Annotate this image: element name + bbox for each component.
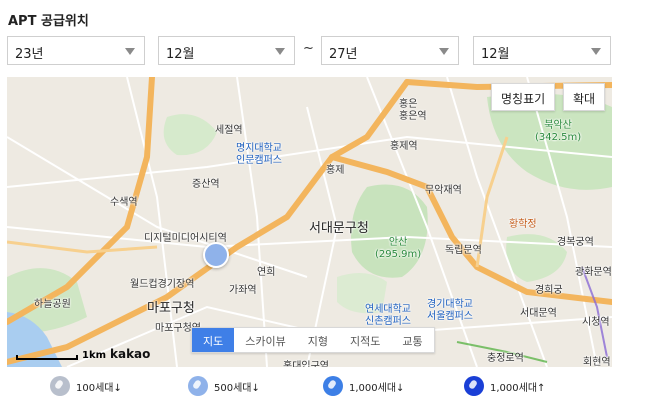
map-type-tab[interactable]: 지형 [297,328,339,352]
page-title: APT 공급위치 [8,14,89,29]
apt-marker-pin-icon[interactable] [203,242,229,268]
end-year-value: 27년 [329,47,358,62]
chevron-down-icon [439,48,449,55]
map-label: 증산역 [192,179,220,190]
pin-icon [188,376,208,396]
legend-label: 1,000세대↑ [490,382,546,394]
map-type-switcher: 지도 스카이뷰 지형 지적도 교통 [191,327,435,353]
map-type-tab[interactable]: 스카이뷰 [234,328,296,352]
scale-bar [16,355,78,360]
end-year-select[interactable]: 27년 [321,36,459,65]
end-month-select[interactable]: 12월 [473,36,611,65]
map-type-tab[interactable]: 지적도 [339,328,391,352]
map-label: 북악산 (342.5m) [535,120,582,143]
map-label: 시청역 [582,317,610,328]
map-label: 경희궁 [535,285,563,296]
map-label: 서대문역 [520,308,557,319]
map-brand-logo: kakao [110,347,151,361]
start-year-select[interactable]: 23년 [7,36,145,65]
chevron-down-icon [275,48,285,55]
map-label: 홍은역 [399,111,427,122]
map-label: 홍제역 [390,141,418,152]
legend-label: 1,000세대↓ [349,382,405,394]
map-label: 안산 (295.9m) [375,237,422,260]
map-label: 광화문역 [575,267,612,278]
map-label: 세절역 [215,125,243,136]
map-view[interactable]: 명칭표기 확대 세절역 증산역 수색역 디지털미디어시티역 월드컵경기장역 하늘… [7,77,612,367]
pin-icon [50,376,70,396]
map-label: 하늘공원 [34,299,71,310]
legend-label: 500세대↓ [214,382,260,394]
chevron-down-icon [125,48,135,55]
legend-item: 1,000세대↓ [323,376,404,396]
map-label: 충정로역 [487,353,524,364]
map-label: 가좌역 [229,285,257,296]
pin-icon [323,376,343,396]
legend-item: 100세대↓ [50,376,122,396]
map-label: 연세대학교 신촌캠퍼스 [365,304,411,327]
map-label: 연희 [257,267,276,278]
legend-item: 500세대↓ [188,376,260,396]
start-month-select[interactable]: 12월 [158,36,295,65]
range-separator: ~ [303,41,314,56]
toggle-names-button[interactable]: 명칭표기 [491,83,556,111]
map-label: 명지대학교 인문캠퍼스 [236,143,282,166]
map-type-tab[interactable]: 교통 [391,328,433,352]
map-label: 홍대입구역 [283,361,329,367]
map-label: 경기대학교 서울캠퍼스 [427,299,473,322]
map-label: 홍제 [326,165,345,176]
start-month-value: 12월 [166,47,195,62]
map-label: 황학정 [509,219,537,230]
map-label: 무악재역 [425,185,462,196]
map-label: 경복궁역 [557,237,594,248]
map-label: 마포구청 [147,301,195,316]
map-label: 수색역 [110,197,138,208]
scale-label: 1km [82,350,107,361]
pin-icon [464,376,484,396]
chevron-down-icon [591,48,601,55]
map-label: 회현역 [583,357,611,367]
expand-map-button[interactable]: 확대 [563,83,606,111]
map-label: 독립문역 [445,245,482,256]
map-label: 월드컵경기장역 [130,279,195,290]
map-type-tab[interactable]: 지도 [192,328,235,352]
legend-item: 1,000세대↑ [464,376,545,396]
end-month-value: 12월 [481,47,510,62]
legend-label: 100세대↓ [76,382,122,394]
map-label: 서대문구청 [309,221,369,236]
start-year-value: 23년 [15,47,44,62]
